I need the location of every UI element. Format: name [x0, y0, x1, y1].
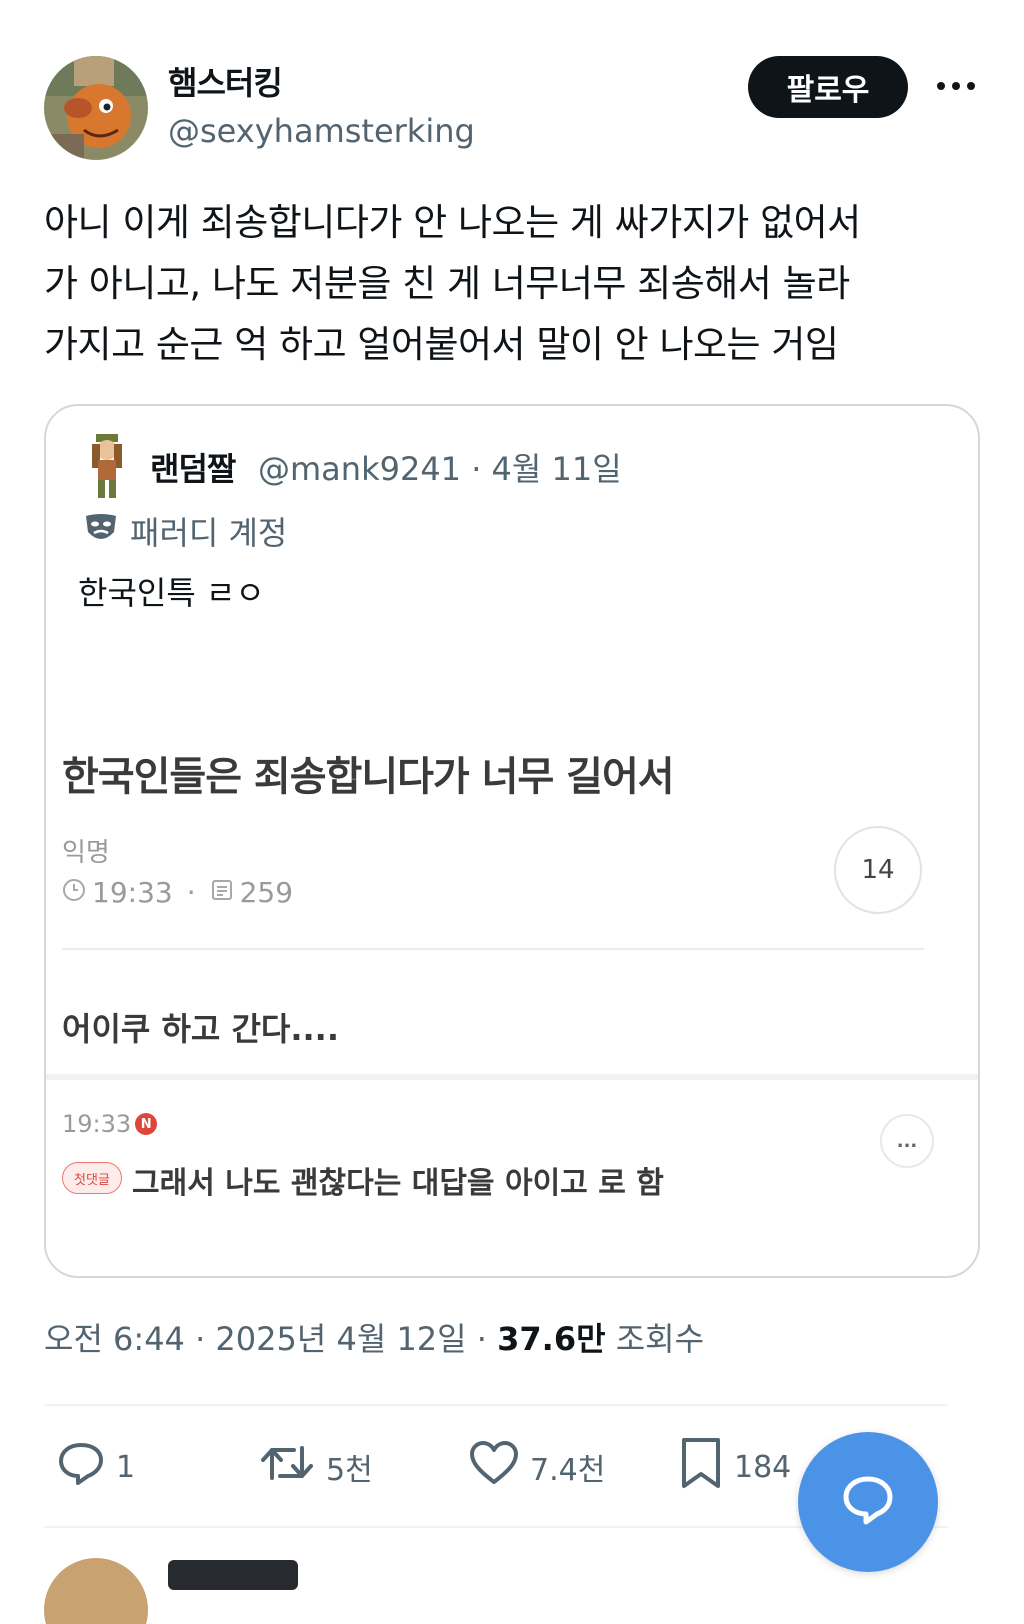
post-title: 한국인들은 죄송합니다가 너무 길어서	[62, 754, 675, 800]
post-meta: 19:33 · 259	[62, 876, 293, 909]
reply-count: 1	[116, 1449, 136, 1485]
tweet-line: 가 아니고, 나도 저분을 친 게 너무너무 죄송해서 놀라	[44, 262, 850, 305]
retweet-button[interactable]: 5천	[258, 1432, 373, 1502]
comment-text: 어이쿠 하고 간다....	[62, 1010, 339, 1048]
follow-button[interactable]: 팔로우	[748, 56, 908, 118]
retweet-count: 5천	[326, 1453, 373, 1488]
views-count: 37.6만	[497, 1320, 606, 1358]
bookmark-icon	[678, 1436, 724, 1498]
divider	[46, 1074, 978, 1080]
author-avatar[interactable]	[44, 56, 148, 160]
reply-text: 그래서 나도 괜찮다는 대답을 아이고 로 함	[132, 1166, 664, 1201]
more-icon[interactable]	[932, 68, 980, 104]
parody-label: 패러디 계정	[130, 514, 288, 552]
new-badge: N	[135, 1113, 158, 1135]
comment-count-badge: 14	[834, 826, 922, 914]
reply-time: 19:33	[62, 1110, 132, 1138]
tweet-line: 가지고 순근 억 하고 얼어붙어서 말이 안 나오는 거임	[44, 323, 839, 366]
tweet-body: 아니 이게 죄송합니다가 안 나오는 게 싸가지가 없어서 가 아니고, 나도 …	[44, 192, 974, 375]
author-handle[interactable]: @sexyhamsterking	[168, 112, 475, 150]
quoted-author-avatar[interactable]	[86, 434, 128, 500]
tweet-line: 아니 이게 죄송합니다가 안 나오는 게 싸가지가 없어서	[44, 201, 861, 244]
post-time: 19:33	[92, 876, 173, 909]
divider	[62, 948, 924, 950]
bookmark-button[interactable]: 184	[678, 1432, 791, 1502]
reply-more-icon: ...	[880, 1114, 934, 1168]
quoted-media-image[interactable]: 한국인들은 죄송합니다가 너무 길어서 익명 19:33 · 259 14 어이…	[46, 740, 978, 1230]
reply-meta: 19:33 N	[62, 1110, 158, 1138]
first-reply-badge: 첫댓글	[62, 1162, 122, 1194]
next-tweet-avatar[interactable]	[44, 1558, 148, 1624]
retweet-icon	[258, 1438, 316, 1496]
quoted-author-meta: @mank9241 · 4월 11일	[258, 450, 622, 488]
views-icon	[210, 876, 234, 909]
bookmark-count: 184	[734, 1449, 792, 1485]
tweet-header: 햄스터킹 @sexyhamsterking 팔로우	[44, 54, 980, 160]
tweet-timestamp: 오전 6:44 · 2025년 4월 12일 · 37.6만 조회수	[44, 1314, 704, 1360]
like-button[interactable]: 7.4천	[468, 1432, 605, 1502]
views-label: 조회수	[605, 1320, 705, 1358]
post-author: 익명	[62, 838, 110, 868]
quoted-tweet[interactable]: 랜덤짤 @mank9241 · 4월 11일 패러디 계정 한국인특 ㄹㅇ 한국…	[44, 404, 980, 1278]
quoted-tweet-text: 한국인특 ㄹㅇ	[78, 574, 265, 612]
reply-icon	[56, 1438, 106, 1496]
reply-button[interactable]: 1	[56, 1432, 135, 1502]
action-bar: 1 5천 7.4천 184	[44, 1432, 824, 1502]
like-icon	[468, 1438, 520, 1496]
like-count: 7.4천	[530, 1453, 606, 1488]
author-display-name[interactable]: 햄스터킹	[168, 58, 283, 104]
divider	[44, 1404, 948, 1406]
new-message-icon	[839, 1471, 897, 1533]
new-message-button[interactable]	[798, 1432, 938, 1572]
parody-mask-icon	[82, 510, 120, 548]
quoted-author-name[interactable]: 랜덤짤	[150, 444, 236, 490]
post-views: 259	[239, 876, 294, 909]
next-tweet-name	[168, 1560, 298, 1590]
clock-icon	[62, 876, 86, 909]
timestamp-text[interactable]: 오전 6:44 · 2025년 4월 12일 ·	[44, 1320, 497, 1358]
